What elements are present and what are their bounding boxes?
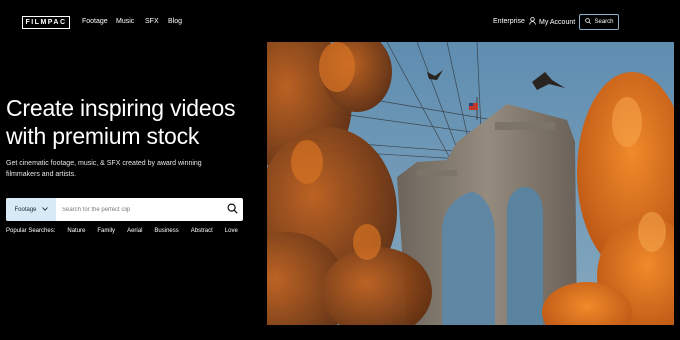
nav-link-enterprise[interactable]: Enterprise xyxy=(493,18,525,25)
chevron-down-icon xyxy=(41,206,48,213)
hero-subtitle: Get cinematic footage, music, & SFX crea… xyxy=(6,160,202,178)
logo-text: FILMPAC xyxy=(25,19,67,26)
popular-searches: Popular Searches: Nature Family Aerial B… xyxy=(6,228,250,234)
search-bar: Footage xyxy=(6,198,243,221)
filmpac-logo[interactable]: FILMPAC xyxy=(22,16,70,29)
hero-title: Create inspiring videos with premium sto… xyxy=(6,94,266,150)
nav-search-label: Search xyxy=(594,19,614,25)
search-icon xyxy=(226,201,238,219)
nav-link-footage[interactable]: Footage xyxy=(82,18,108,25)
top-nav: FILMPAC Footage Music SFX Blog Enterpris… xyxy=(0,0,680,44)
popular-item-love[interactable]: Love xyxy=(225,228,238,234)
search-submit-button[interactable] xyxy=(221,198,243,221)
my-account-link[interactable]: My Account xyxy=(529,17,575,27)
search-type-dropdown[interactable]: Footage xyxy=(6,198,56,221)
hero-title-line-2: with premium stock xyxy=(6,123,200,149)
popular-item-aerial[interactable]: Aerial xyxy=(127,228,142,234)
hero-image xyxy=(267,42,674,325)
search-type-value: Footage xyxy=(14,206,37,213)
search-input[interactable] xyxy=(56,198,221,221)
popular-item-abstract[interactable]: Abstract xyxy=(191,228,213,234)
popular-item-business[interactable]: Business xyxy=(154,228,178,234)
nav-link-sfx[interactable]: SFX xyxy=(145,18,159,25)
popular-searches-label: Popular Searches: xyxy=(6,228,56,234)
popular-item-nature[interactable]: Nature xyxy=(67,228,85,234)
popular-item-family[interactable]: Family xyxy=(97,228,115,234)
search-icon xyxy=(584,18,591,26)
nav-link-blog[interactable]: Blog xyxy=(168,18,182,25)
my-account-label: My Account xyxy=(539,18,576,26)
nav-link-music[interactable]: Music xyxy=(116,18,134,25)
user-icon xyxy=(529,17,536,27)
nav-search-button[interactable]: Search xyxy=(579,14,619,30)
hero-title-line-1: Create inspiring videos xyxy=(6,95,236,121)
